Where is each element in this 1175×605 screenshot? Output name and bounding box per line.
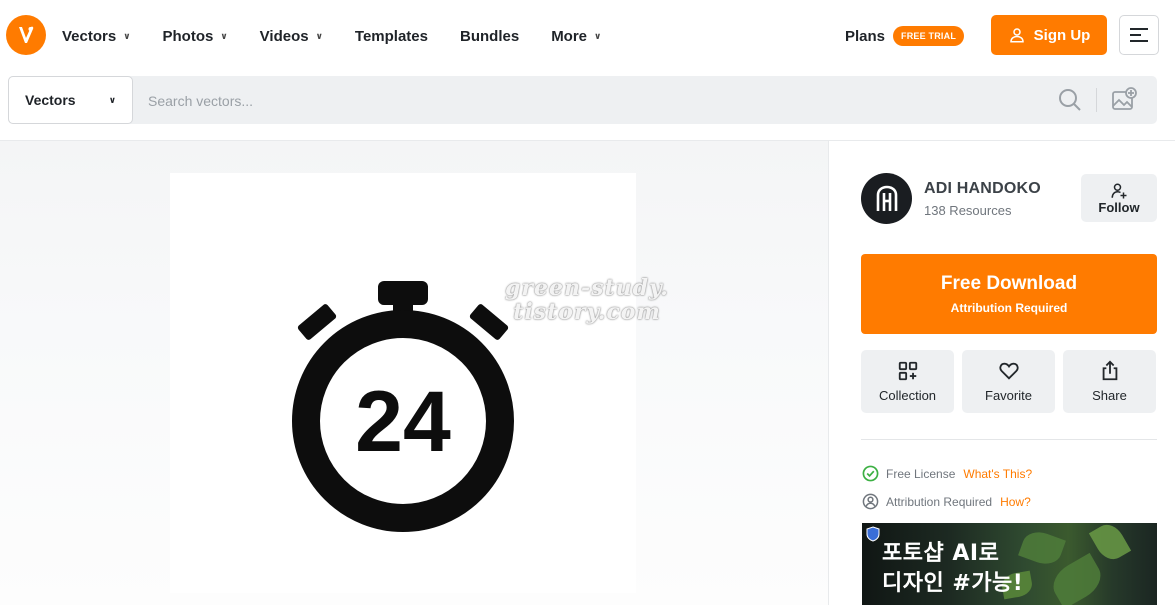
user-circle-icon (862, 493, 879, 510)
favorite-button[interactable]: Favorite (962, 350, 1055, 413)
user-plus-icon (1111, 183, 1127, 198)
favorite-label: Favorite (985, 388, 1032, 403)
search-divider (1096, 88, 1097, 112)
license-free-text: Free License (886, 466, 956, 481)
nav-more[interactable]: More ∨ (551, 28, 601, 45)
nav-templates[interactable]: Templates (355, 28, 428, 45)
share-label: Share (1092, 388, 1127, 403)
image-search-icon[interactable] (1110, 86, 1138, 114)
preview-image[interactable]: 24 (170, 173, 636, 593)
preview-area: 24 (0, 141, 828, 605)
heart-icon (998, 362, 1019, 380)
ad-foliage (1088, 523, 1132, 565)
action-buttons: Collection Favorite Share (861, 350, 1156, 413)
how-link[interactable]: How? (1000, 495, 1031, 509)
search-scope-select[interactable]: Vectors ∨ (8, 76, 133, 124)
license-free: Free License What's This? (862, 465, 1032, 482)
download-subtitle: Attribution Required (950, 301, 1068, 315)
nav-photos[interactable]: Photos ∨ (163, 28, 228, 45)
hamburger-icon (1130, 28, 1148, 42)
ad-banner[interactable]: 포토샵 AI로 디자인 #가능! (862, 523, 1157, 605)
watermark-line1: green-study. (505, 275, 669, 301)
collection-button[interactable]: Collection (861, 350, 954, 413)
nav-bundles-label: Bundles (460, 27, 520, 45)
stopwatch-24-graphic: 24 (292, 281, 514, 532)
ad-line1: 포토샵 AI로 (882, 541, 1000, 566)
sign-up-button[interactable]: Sign Up (991, 15, 1107, 55)
whats-this-link[interactable]: What's This? (963, 467, 1032, 481)
check-circle-icon (862, 465, 879, 482)
nav-videos[interactable]: Videos ∨ (260, 28, 323, 45)
license-attribution: Attribution Required How? (862, 493, 1031, 510)
nav-vectors-label: Vectors (62, 27, 117, 45)
plans-link[interactable]: Plans FREE TRIAL (845, 26, 965, 46)
collection-add-icon (898, 361, 917, 381)
ad-line2: 디자인 #가능! (882, 571, 1024, 596)
nav-more-label: More (551, 27, 588, 45)
nav-videos-label: Videos (259, 27, 309, 45)
chevron-down-icon: ∨ (594, 30, 602, 41)
author-block: ADI HANDOKO 138 Resources (861, 173, 1041, 224)
ad-foliage (1018, 527, 1066, 569)
sign-up-label: Sign Up (1033, 26, 1091, 44)
ad-text: 포토샵 AI로 디자인 #가능! (882, 539, 1023, 599)
share-button[interactable]: Share (1063, 350, 1156, 413)
chevron-down-icon: ∨ (315, 30, 323, 41)
vecteezy-logo-icon[interactable] (6, 15, 46, 55)
license-attribution-text: Attribution Required (886, 494, 993, 509)
stopwatch-number: 24 (355, 374, 451, 470)
sidebar-divider (828, 141, 829, 605)
search-input[interactable] (148, 90, 1028, 112)
follow-button[interactable]: Follow (1081, 174, 1157, 222)
top-header: Vectors ∨ Photos ∨ Videos ∨ Templates Bu… (0, 0, 1175, 72)
collection-label: Collection (878, 388, 937, 403)
chevron-down-icon: ∨ (108, 94, 116, 105)
plans-label: Plans (845, 27, 886, 45)
nav-bundles[interactable]: Bundles (460, 28, 519, 45)
shield-icon (866, 526, 880, 542)
chevron-down-icon: ∨ (220, 30, 228, 41)
watermark-line2: tistory.com (513, 299, 661, 325)
free-trial-badge: FREE TRIAL (893, 26, 965, 46)
free-download-button[interactable]: Free Download Attribution Required (861, 254, 1157, 334)
nav-templates-label: Templates (354, 27, 428, 45)
author-resources: 138 Resources (924, 202, 1012, 218)
search-scope-value: Vectors (25, 92, 76, 108)
search-icon[interactable] (1058, 88, 1082, 112)
share-icon (1102, 360, 1117, 381)
menu-button[interactable] (1119, 15, 1159, 55)
nav-vectors[interactable]: Vectors ∨ (62, 28, 131, 45)
sidebar-divider-line (861, 439, 1157, 440)
search-bar: Vectors ∨ (8, 76, 1157, 124)
user-icon (1009, 28, 1024, 43)
download-title: Free Download (940, 273, 1078, 294)
author-name[interactable]: ADI HANDOKO (924, 180, 1041, 198)
main-nav: Vectors ∨ Photos ∨ Videos ∨ Templates Bu… (62, 0, 633, 72)
follow-label: Follow (1098, 199, 1140, 215)
nav-photos-label: Photos (162, 27, 214, 45)
chevron-down-icon: ∨ (123, 30, 131, 41)
avatar[interactable] (861, 173, 912, 224)
watermark-text: green-study. tistory.com (505, 276, 669, 324)
